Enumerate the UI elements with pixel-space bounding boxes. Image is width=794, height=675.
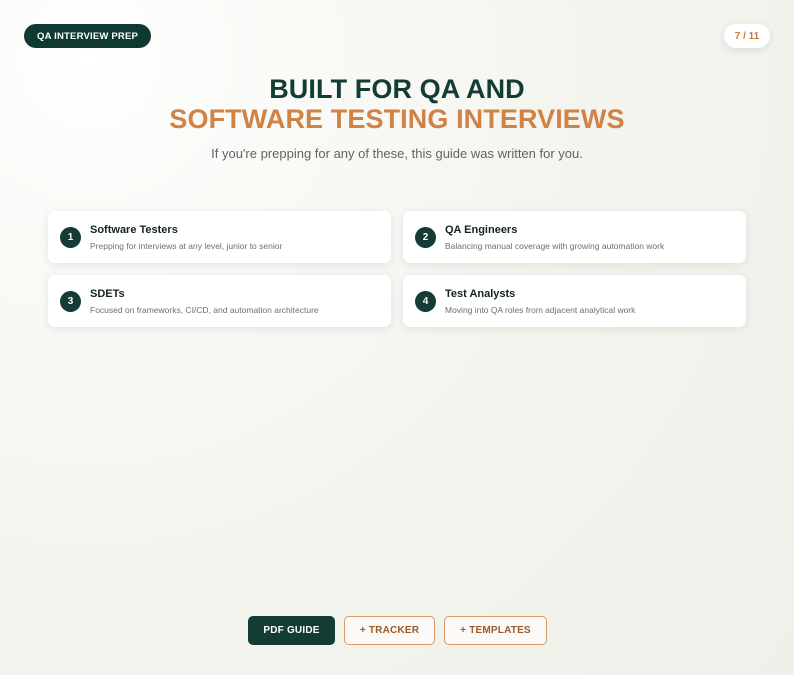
number-badge: 1 [60, 226, 81, 248]
card-description: Balancing manual coverage with growing a… [445, 240, 665, 251]
audience-card: 1 Software Testers Prepping for intervie… [48, 211, 391, 263]
action-buttons: PDF GUIDE + TRACKER + TEMPLATES [248, 616, 547, 645]
card-text: SDETs Focused on frameworks, CI/CD, and … [90, 288, 319, 315]
tracker-button[interactable]: + TRACKER [344, 616, 435, 645]
card-title: SDETs [90, 287, 125, 300]
page-title: BUILT FOR QA AND SOFTWARE TESTING INTERV… [0, 74, 794, 134]
card-text: Software Testers Prepping for interviews… [90, 224, 282, 251]
number-badge: 2 [415, 226, 436, 248]
page-counter: 7 / 11 [724, 24, 770, 48]
card-description: Focused on frameworks, CI/CD, and automa… [90, 304, 319, 315]
pdf-guide-button[interactable]: PDF GUIDE [248, 616, 335, 645]
card-title: Software Testers [90, 223, 178, 236]
card-text: Test Analysts Moving into QA roles from … [445, 288, 635, 315]
card-description: Moving into QA roles from adjacent analy… [445, 304, 636, 315]
page-subtitle: If you're prepping for any of these, thi… [211, 146, 583, 161]
templates-button[interactable]: + TEMPLATES [444, 616, 547, 645]
card-description: Prepping for interviews at any level, ju… [90, 240, 283, 251]
card-text: QA Engineers Balancing manual coverage w… [445, 224, 664, 251]
number-badge: 4 [415, 290, 436, 312]
card-title: Test Analysts [445, 287, 516, 300]
page-title-line-2: SOFTWARE TESTING INTERVIEWS [169, 104, 625, 134]
number-badge: 3 [60, 290, 81, 312]
section-tag: QA INTERVIEW PREP [24, 24, 152, 48]
audience-card: 3 SDETs Focused on frameworks, CI/CD, an… [48, 275, 391, 327]
audience-card: 4 Test Analysts Moving into QA roles fro… [403, 275, 746, 327]
audience-grid: 1 Software Testers Prepping for intervie… [48, 211, 746, 327]
audience-card: 2 QA Engineers Balancing manual coverage… [403, 211, 746, 263]
page-title-line-1: BUILT FOR QA AND [269, 74, 525, 104]
card-title: QA Engineers [445, 223, 518, 236]
